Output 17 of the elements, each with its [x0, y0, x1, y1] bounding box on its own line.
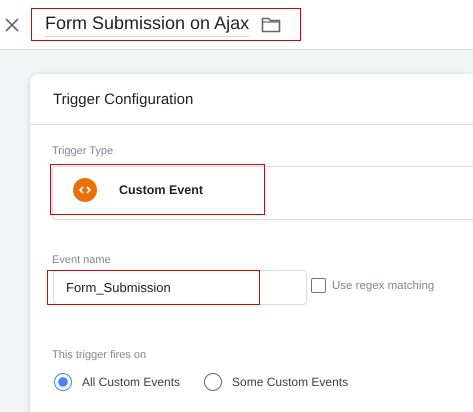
close-icon	[5, 18, 19, 32]
regex-label: Use regex matching	[332, 280, 434, 292]
card-title: Trigger Configuration	[53, 90, 194, 108]
trigger-type-selector[interactable]: Custom Event	[52, 166, 473, 220]
event-name-value: Form_Submission	[66, 280, 171, 295]
regex-checkbox[interactable]	[311, 278, 326, 293]
radio-button[interactable]	[54, 373, 72, 391]
radio-button[interactable]	[204, 373, 222, 391]
fires-on-label: This trigger fires on	[52, 349, 146, 361]
event-name-label: Event name	[52, 254, 111, 266]
trigger-type-label: Trigger Type	[52, 145, 114, 157]
radio-label: All Custom Events	[82, 375, 180, 389]
radio-label: Some Custom Events	[232, 375, 348, 389]
folder-icon[interactable]	[261, 16, 282, 32]
code-icon	[73, 178, 97, 202]
close-button[interactable]	[5, 18, 19, 32]
trigger-type-name: Custom Event	[119, 182, 204, 196]
